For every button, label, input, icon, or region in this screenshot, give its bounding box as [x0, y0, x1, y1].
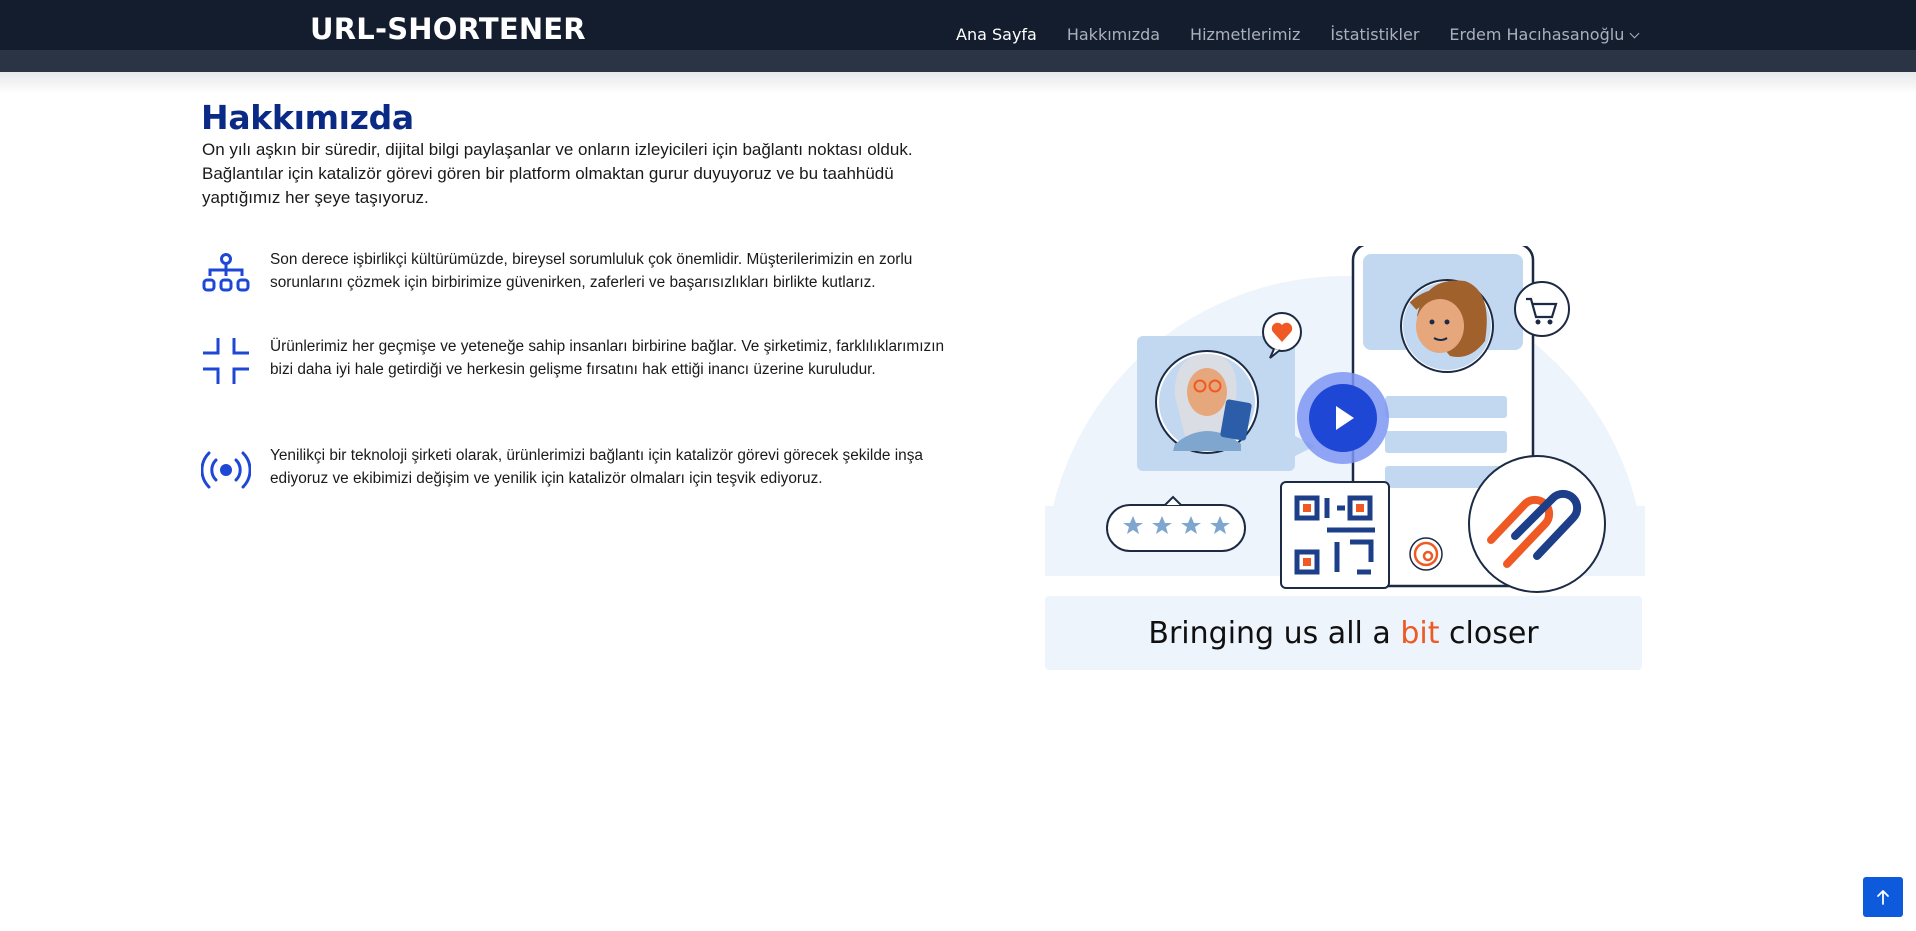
- header-strip: [0, 50, 1916, 72]
- top-navbar: URL-SHORTENER Ana Sayfa Hakkımızda Hizme…: [0, 0, 1916, 50]
- nav-statistics[interactable]: İstatistikler: [1330, 25, 1419, 45]
- arrow-up-icon: [1877, 890, 1889, 905]
- caption-text-start: Bringing us all a: [1148, 616, 1401, 651]
- nav-services[interactable]: Hizmetlerimiz: [1190, 25, 1300, 45]
- about-title: Hakkımızda: [201, 98, 414, 137]
- feature-text: Son derece işbirlikçi kültürümüzde, bire…: [270, 251, 913, 291]
- illustration-caption: Bringing us all a bit closer: [1045, 614, 1642, 654]
- sitemap-icon: [202, 253, 250, 292]
- header-shadow: [0, 72, 1916, 94]
- brand-logo[interactable]: URL-SHORTENER: [310, 15, 586, 44]
- next-section-heading-cutoff: [654, 908, 679, 931]
- feature-text: Yenilikçi bir teknoloji şirketi olarak, …: [270, 447, 923, 487]
- broadcast-icon: [201, 451, 251, 489]
- scroll-to-top-button[interactable]: [1863, 877, 1903, 917]
- feature-text: Ürünlerimiz her geçmişe ve yeteneğe sahi…: [270, 338, 945, 378]
- nav-home[interactable]: Ana Sayfa: [956, 25, 1037, 45]
- caption-text-end: closer: [1439, 616, 1539, 651]
- caption-accent: bit: [1400, 616, 1440, 651]
- nav-user-menu[interactable]: Erdem Hacıhasanoğlu: [1449, 25, 1640, 45]
- collapse-corners-icon: [203, 338, 249, 384]
- about-intro: On yılı aşkın bir süredir, dijital bilgi…: [202, 140, 913, 207]
- main-nav: Ana Sayfa Hakkımızda Hizmetlerimiz İstat…: [956, 25, 1640, 45]
- chevron-down-icon: [1629, 28, 1640, 39]
- user-name: Erdem Hacıhasanoğlu: [1449, 25, 1625, 44]
- nav-about[interactable]: Hakkımızda: [1067, 25, 1160, 45]
